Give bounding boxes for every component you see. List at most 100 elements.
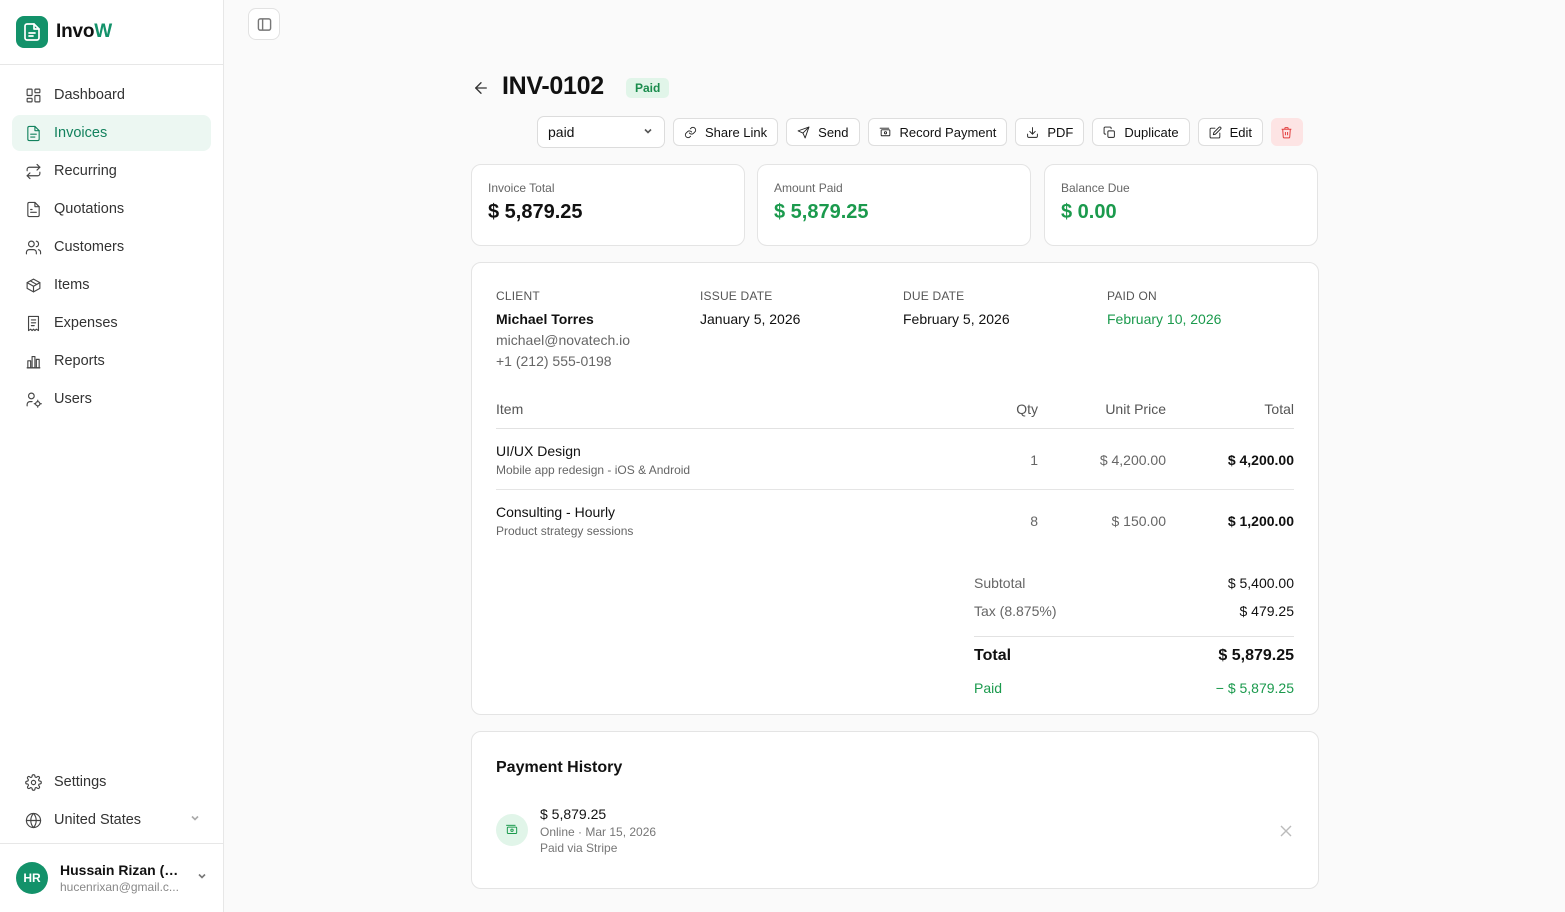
- due-date-label: DUE DATE: [903, 289, 965, 303]
- col-total: Total: [1264, 401, 1294, 417]
- client-email[interactable]: michael@novatech.io: [496, 332, 630, 348]
- sidebar-item-expenses[interactable]: Expenses: [12, 305, 211, 341]
- sidebar-item-users[interactable]: Users: [12, 381, 211, 417]
- sidebar-item-label: Quotations: [54, 201, 125, 217]
- users-icon: [24, 238, 42, 256]
- paid-value: − $ 5,879.25: [1215, 680, 1294, 696]
- payment-history-card: Payment History $ 5,879.25 Online · Mar …: [471, 731, 1319, 889]
- sidebar-item-dashboard[interactable]: Dashboard: [12, 77, 211, 113]
- remove-payment-button[interactable]: [1280, 824, 1294, 838]
- back-button[interactable]: [471, 78, 491, 98]
- send-button[interactable]: Send: [786, 118, 860, 146]
- edit-icon: [1209, 126, 1222, 139]
- item-name: Consulting - Hourly: [496, 504, 616, 520]
- sidebar: InvoW Dashboard Invoices Recurring Quota…: [0, 0, 224, 912]
- globe-icon: [24, 811, 42, 829]
- grid-icon: [24, 86, 42, 104]
- sidebar-item-label: Expenses: [54, 315, 118, 331]
- user-cog-icon: [24, 390, 42, 408]
- item-total: $ 1,200.00: [1227, 513, 1294, 529]
- copy-icon: [1103, 126, 1116, 139]
- issue-date-label: ISSUE DATE: [700, 289, 773, 303]
- totals-section: Subtotal $ 5,400.00 Tax (8.875%) $ 479.2…: [974, 575, 1294, 708]
- panel-left-icon: [257, 17, 271, 31]
- send-label: Send: [818, 124, 849, 140]
- total-label: Total: [974, 647, 1012, 664]
- col-unit-price: Unit Price: [1105, 401, 1166, 417]
- table-row: UI/UX Design Mobile app redesign - iOS &…: [496, 429, 1294, 490]
- sidebar-item-quotations[interactable]: Quotations: [12, 191, 211, 227]
- chevron-down-icon: [189, 812, 201, 828]
- due-date-section: DUE DATE February 5, 2026: [903, 289, 1010, 327]
- subtotal-value: $ 5,400.00: [1227, 575, 1294, 591]
- user-info: Hussain Rizan (E... hucenrixan@gmail.c..…: [60, 862, 184, 894]
- region-selector[interactable]: United States: [12, 802, 211, 838]
- status-select[interactable]: paid: [537, 116, 665, 148]
- sidebar-item-settings[interactable]: Settings: [12, 764, 211, 800]
- file-icon: [24, 200, 42, 218]
- receipt-icon: [24, 314, 42, 332]
- edit-label: Edit: [1229, 124, 1252, 140]
- paid-on-label: PAID ON: [1107, 289, 1157, 303]
- user-name: Hussain Rizan (E...: [60, 862, 184, 878]
- sidebar-item-label: Reports: [54, 353, 105, 369]
- gear-icon: [24, 773, 42, 791]
- user-menu[interactable]: HR Hussain Rizan (E... hucenrixan@gmail.…: [0, 843, 223, 912]
- sidebar-item-invoices[interactable]: Invoices: [12, 115, 211, 151]
- pdf-button[interactable]: PDF: [1015, 118, 1085, 146]
- item-description: Mobile app redesign - iOS & Android: [496, 463, 691, 477]
- share-link-label: Share Link: [705, 124, 768, 140]
- due-date-value: February 5, 2026: [903, 311, 1010, 327]
- sidebar-item-label: Dashboard: [54, 87, 125, 103]
- payment-amount: $ 5,879.25: [540, 806, 607, 822]
- brand-name: InvoW: [56, 21, 112, 42]
- sidebar-item-recurring[interactable]: Recurring: [12, 153, 211, 189]
- subtotal-label: Subtotal: [974, 575, 1026, 591]
- edit-button[interactable]: Edit: [1197, 118, 1263, 146]
- col-item: Item: [496, 401, 524, 417]
- item-qty: 8: [1030, 513, 1038, 529]
- record-payment-button[interactable]: Record Payment: [867, 118, 1008, 146]
- amount-paid-card: Amount Paid $ 5,879.25: [757, 164, 1031, 246]
- user-email: hucenrixan@gmail.c...: [60, 880, 179, 894]
- brand[interactable]: InvoW: [0, 0, 223, 65]
- arrow-left-icon: [475, 82, 487, 94]
- status-select-value: paid: [548, 124, 575, 140]
- item-name: UI/UX Design: [496, 443, 581, 459]
- sidebar-toggle-button[interactable]: [248, 8, 280, 40]
- item-total: $ 4,200.00: [1227, 452, 1294, 468]
- file-text-icon: [24, 124, 42, 142]
- sidebar-item-label: Customers: [54, 239, 125, 255]
- package-icon: [24, 276, 42, 294]
- sidebar-item-customers[interactable]: Customers: [12, 229, 211, 265]
- send-icon: [797, 126, 810, 139]
- duplicate-label: Duplicate: [1124, 124, 1179, 140]
- total-value: $ 5,879.25: [1218, 647, 1294, 664]
- delete-button[interactable]: [1270, 118, 1303, 146]
- close-icon: [1280, 825, 1292, 837]
- payment-meta: Online · Mar 15, 2026: [540, 825, 657, 839]
- item-unit-price: $ 4,200.00: [1099, 452, 1166, 468]
- tax-value: $ 479.25: [1239, 603, 1295, 619]
- share-link-button[interactable]: Share Link: [673, 118, 779, 146]
- sidebar-item-label: Invoices: [54, 125, 108, 141]
- paid-line: Paid − $ 5,879.25: [974, 680, 1294, 708]
- client-name: Michael Torres: [496, 311, 594, 327]
- logo-icon: [16, 16, 48, 48]
- paid-on-value: February 10, 2026: [1107, 311, 1222, 327]
- payment-note: Paid via Stripe: [540, 841, 618, 855]
- total-line: Total $ 5,879.25: [974, 636, 1294, 680]
- paid-on-section: PAID ON February 10, 2026: [1107, 289, 1221, 327]
- balance-due-card: Balance Due $ 0.00: [1044, 164, 1318, 246]
- payment-history-title: Payment History: [496, 759, 623, 776]
- item-qty: 1: [1030, 452, 1038, 468]
- table-row: Consulting - Hourly Product strategy ses…: [496, 490, 1294, 551]
- sidebar-item-label: Recurring: [54, 163, 117, 179]
- region-label: United States: [54, 812, 142, 828]
- chevron-down-icon: [196, 869, 208, 887]
- invoice-total-label: Invoice Total: [488, 181, 555, 195]
- sidebar-item-reports[interactable]: Reports: [12, 343, 211, 379]
- sidebar-item-items[interactable]: Items: [12, 267, 211, 303]
- tax-line: Tax (8.875%) $ 479.25: [974, 603, 1294, 631]
- duplicate-button[interactable]: Duplicate: [1092, 118, 1190, 146]
